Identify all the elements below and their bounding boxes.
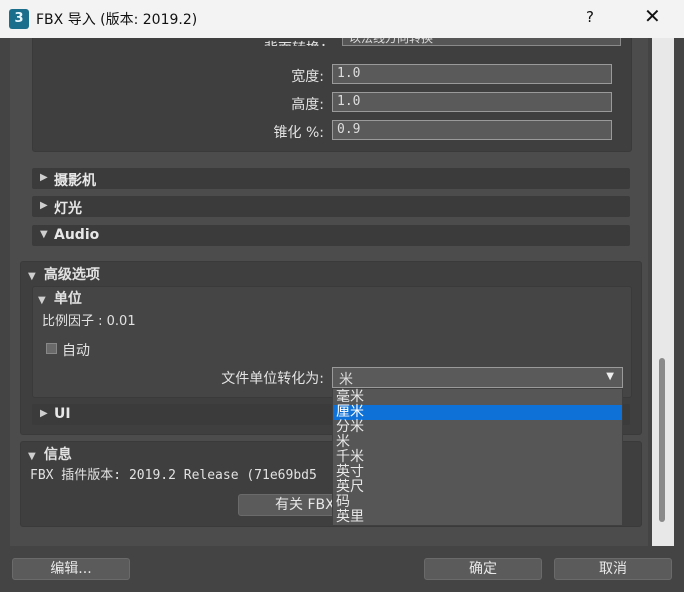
taper-field[interactable]: 0.9 <box>332 120 612 140</box>
info-title: 信息 <box>43 447 72 463</box>
chevron-down-icon: ▼ <box>38 295 46 306</box>
edit-button[interactable]: 编辑... <box>12 558 130 580</box>
unit-option[interactable]: 码 <box>333 495 622 510</box>
chevron-down-icon: ▼ <box>28 451 36 462</box>
scale-factor-text: 比例因子 : 0.01 <box>42 314 136 329</box>
chevron-right-icon: ▶ <box>40 408 48 419</box>
unit-dropdown[interactable]: 米 ▼ <box>332 367 623 388</box>
rollout-audio-label: Audio <box>54 227 100 243</box>
unit-option[interactable]: 千米 <box>333 450 622 465</box>
height-field[interactable]: 1.0 <box>332 92 612 112</box>
unit-option[interactable]: 厘米 <box>333 405 622 420</box>
unit-option[interactable]: 分米 <box>333 420 622 435</box>
ok-button[interactable]: 确定 <box>424 558 542 580</box>
auto-checkbox[interactable] <box>46 343 57 354</box>
convert-units-label: 文件单位转化为: <box>221 371 324 387</box>
rollout-camera-label: 摄影机 <box>54 173 96 189</box>
height-label: 高度: <box>291 97 324 113</box>
auto-label: 自动 <box>62 343 90 359</box>
chevron-down-icon: ▼ <box>40 229 48 240</box>
vertical-scrollbar[interactable] <box>652 38 674 546</box>
unit-option[interactable]: 英里 <box>333 510 622 525</box>
unit-option[interactable]: 英寸 <box>333 465 622 480</box>
unit-dropdown-value: 米 <box>339 372 353 388</box>
rollout-ui-label: UI <box>54 406 71 422</box>
chevron-right-icon: ▶ <box>40 172 48 183</box>
width-label: 宽度: <box>291 69 324 85</box>
app-icon: 3 <box>9 9 29 29</box>
scroll-thumb[interactable] <box>659 358 665 522</box>
rollout-lights-label: 灯光 <box>54 201 82 217</box>
units-title: 单位 <box>53 291 82 307</box>
width-field[interactable]: 1.0 <box>332 64 612 84</box>
chevron-right-icon: ▶ <box>40 200 48 211</box>
unit-option[interactable]: 英尺 <box>333 480 622 495</box>
partial-combo[interactable]: 以法线方向转换 <box>342 38 621 46</box>
units-header[interactable]: ▼ 单位 <box>38 288 82 308</box>
advanced-options-header[interactable]: ▼ 高级选项 <box>28 264 100 284</box>
plugin-version-text: FBX 插件版本: 2019.2 Release (71e69bd5 <box>30 468 317 483</box>
unit-option[interactable]: 米 <box>333 435 622 450</box>
unit-options-list[interactable]: 毫米 厘米 分米 米 千米 英寸 英尺 码 英里 <box>332 388 623 526</box>
rollout-camera[interactable]: ▶ 摄影机 <box>32 168 630 189</box>
rollout-audio[interactable]: ▼ Audio <box>32 225 630 246</box>
chevron-down-icon: ▼ <box>28 271 36 282</box>
rollout-lights[interactable]: ▶ 灯光 <box>32 196 630 217</box>
taper-label: 锥化 %: <box>273 125 324 141</box>
chevron-down-icon: ▼ <box>606 371 614 382</box>
title-bar: 3 FBX 导入 (版本: 2019.2) ? ✕ <box>0 0 684 38</box>
advanced-options-title: 高级选项 <box>43 267 100 283</box>
help-button[interactable]: ? <box>586 8 594 26</box>
window-title: FBX 导入 (版本: 2019.2) <box>36 12 198 28</box>
close-button[interactable]: ✕ <box>644 4 661 28</box>
info-header[interactable]: ▼ 信息 <box>28 444 72 464</box>
unit-option[interactable]: 毫米 <box>333 390 622 405</box>
partial-label: 背面转换： <box>250 38 334 46</box>
cancel-button[interactable]: 取消 <box>554 558 672 580</box>
